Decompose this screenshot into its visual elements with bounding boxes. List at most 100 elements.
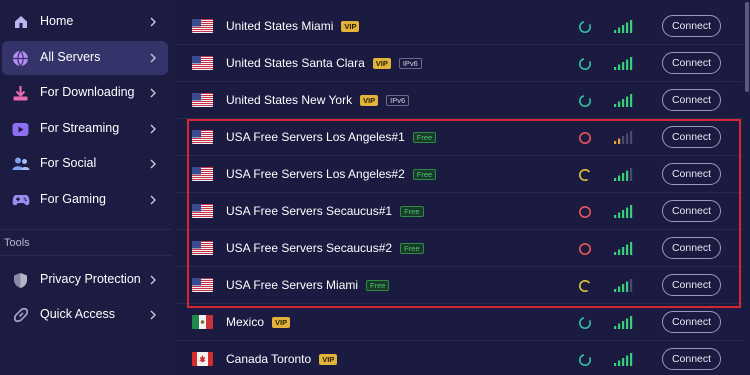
vip-badge: VIP <box>372 57 391 69</box>
signal-strength-icon <box>614 20 633 33</box>
server-name: Canada Toronto VIP <box>226 352 338 366</box>
server-name: Mexico VIP <box>226 315 291 329</box>
sidebar-item-label: Home <box>40 14 74 28</box>
server-name: USA Free Servers Los Angeles#1 Free <box>226 130 437 144</box>
server-row[interactable]: USA Free Servers Secaucus#2 Free Connect <box>176 230 742 267</box>
server-name: USA Free Servers Secaucus#1 Free <box>226 204 424 218</box>
flag-us-icon <box>192 278 213 292</box>
sidebar-item-streaming[interactable]: For Streaming <box>2 112 168 146</box>
chevron-right-icon <box>150 310 156 320</box>
latency-bad-icon <box>579 206 591 218</box>
server-name-text: Canada Toronto <box>226 352 312 366</box>
latency-good-icon <box>579 354 591 366</box>
server-name-text: USA Free Servers Los Angeles#2 <box>226 167 405 181</box>
server-row[interactable]: United States Miami VIP Connect <box>176 8 742 45</box>
server-row[interactable]: USA Free Servers Secaucus#1 Free Connect <box>176 193 742 230</box>
sidebar-item-label: All Servers <box>40 50 101 64</box>
latency-medium-icon <box>579 280 591 292</box>
server-row[interactable]: United States Santa Clara VIP IPv6 Connect <box>176 45 742 82</box>
flag-ca-icon <box>192 352 213 366</box>
server-row[interactable]: USA Free Servers Los Angeles#1 Free Connec… <box>176 119 742 156</box>
free-badge: Free <box>412 131 437 143</box>
sidebar-item-downloading[interactable]: For Downloading <box>2 76 168 110</box>
free-badge: Free <box>412 168 437 180</box>
server-name-text: United States Miami <box>226 19 334 33</box>
signal-strength-icon <box>614 279 633 292</box>
server-row[interactable]: Canada Toronto VIP Connect <box>176 341 742 375</box>
signal-strength-icon <box>614 131 633 144</box>
latency-good-icon <box>579 317 591 329</box>
sidebar-item-label: Privacy Protection <box>40 272 141 286</box>
globe-icon <box>11 49 30 67</box>
connect-button[interactable]: Connect <box>662 200 721 222</box>
connect-button[interactable]: Connect <box>662 15 721 37</box>
sidebar-item-all-servers[interactable]: All Servers <box>2 41 168 75</box>
server-name: United States Santa Clara VIP IPv6 <box>226 56 422 70</box>
signal-strength-icon <box>614 242 633 255</box>
flag-us-icon <box>192 56 213 70</box>
server-name: United States Miami VIP <box>226 19 360 33</box>
flag-us-icon <box>192 204 213 218</box>
scrollbar-thumb[interactable] <box>745 2 749 92</box>
latency-bad-icon <box>579 243 591 255</box>
gamepad-icon <box>11 191 30 209</box>
ipv6-badge: IPv6 <box>398 57 422 69</box>
connect-button[interactable]: Connect <box>662 52 721 74</box>
signal-strength-icon <box>614 353 633 366</box>
free-badge: Free <box>400 242 424 254</box>
server-name: USA Free Servers Secaucus#2 Free <box>226 241 424 255</box>
sidebar-item-label: For Streaming <box>40 121 120 135</box>
sidebar-item-quick-access[interactable]: Quick Access <box>2 298 168 332</box>
sidebar-item-home[interactable]: Home <box>2 5 168 39</box>
server-row[interactable]: United States New York VIP IPv6 Connect <box>176 82 742 119</box>
play-icon <box>11 120 30 138</box>
vip-badge: VIP <box>272 316 291 328</box>
vip-badge: VIP <box>360 94 379 106</box>
sidebar-item-label: For Gaming <box>40 192 106 206</box>
server-name-text: USA Free Servers Secaucus#2 <box>226 241 393 255</box>
connect-button[interactable]: Connect <box>662 163 721 185</box>
server-name-text: United States Santa Clara <box>226 56 365 70</box>
flag-us-icon <box>192 241 213 255</box>
server-name: United States New York VIP IPv6 <box>226 93 410 107</box>
server-name-text: USA Free Servers Los Angeles#1 <box>226 130 405 144</box>
latency-good-icon <box>579 58 591 70</box>
sidebar: Home All Servers For Downloading For Str… <box>0 0 172 375</box>
server-row[interactable]: USA Free Servers Los Angeles#2 Free Connec… <box>176 156 742 193</box>
sidebar-item-gaming[interactable]: For Gaming <box>2 183 168 217</box>
chevron-right-icon <box>150 17 156 27</box>
download-icon <box>11 84 30 102</box>
shield-icon <box>11 271 30 289</box>
connect-button[interactable]: Connect <box>662 126 721 148</box>
connect-button[interactable]: Connect <box>662 237 721 259</box>
sidebar-item-label: For Downloading <box>40 85 135 99</box>
sidebar-item-label: For Social <box>40 156 97 170</box>
chevron-right-icon <box>150 275 156 285</box>
people-icon <box>11 155 30 173</box>
connect-button[interactable]: Connect <box>662 311 721 333</box>
latency-good-icon <box>579 21 591 33</box>
flag-mx-icon <box>192 315 213 329</box>
server-row[interactable]: USA Free Servers Miami Free Connect <box>176 267 742 304</box>
server-list: United States Miami VIP Connect United Stat… <box>176 0 742 375</box>
connect-button[interactable]: Connect <box>662 89 721 111</box>
server-name-text: Mexico <box>226 315 265 329</box>
signal-strength-icon <box>614 205 633 218</box>
server-row[interactable]: Mexico VIP Connect <box>176 304 742 341</box>
sidebar-item-social[interactable]: For Social <box>2 147 168 181</box>
latency-good-icon <box>579 95 591 107</box>
divider <box>0 229 172 230</box>
tools-section-label: Tools <box>4 237 30 249</box>
connect-button[interactable]: Connect <box>662 274 721 296</box>
sidebar-item-privacy-protection[interactable]: Privacy Protection <box>2 263 168 297</box>
server-name: USA Free Servers Los Angeles#2 Free <box>226 167 437 181</box>
divider <box>0 255 172 256</box>
signal-strength-icon <box>614 316 633 329</box>
scrollbar[interactable] <box>745 0 750 375</box>
connect-button[interactable]: Connect <box>662 348 721 370</box>
latency-medium-icon <box>579 169 591 181</box>
ipv6-badge: IPv6 <box>386 94 410 106</box>
server-name: USA Free Servers Miami Free <box>226 278 390 292</box>
chevron-right-icon <box>150 88 156 98</box>
flag-us-icon <box>192 167 213 181</box>
